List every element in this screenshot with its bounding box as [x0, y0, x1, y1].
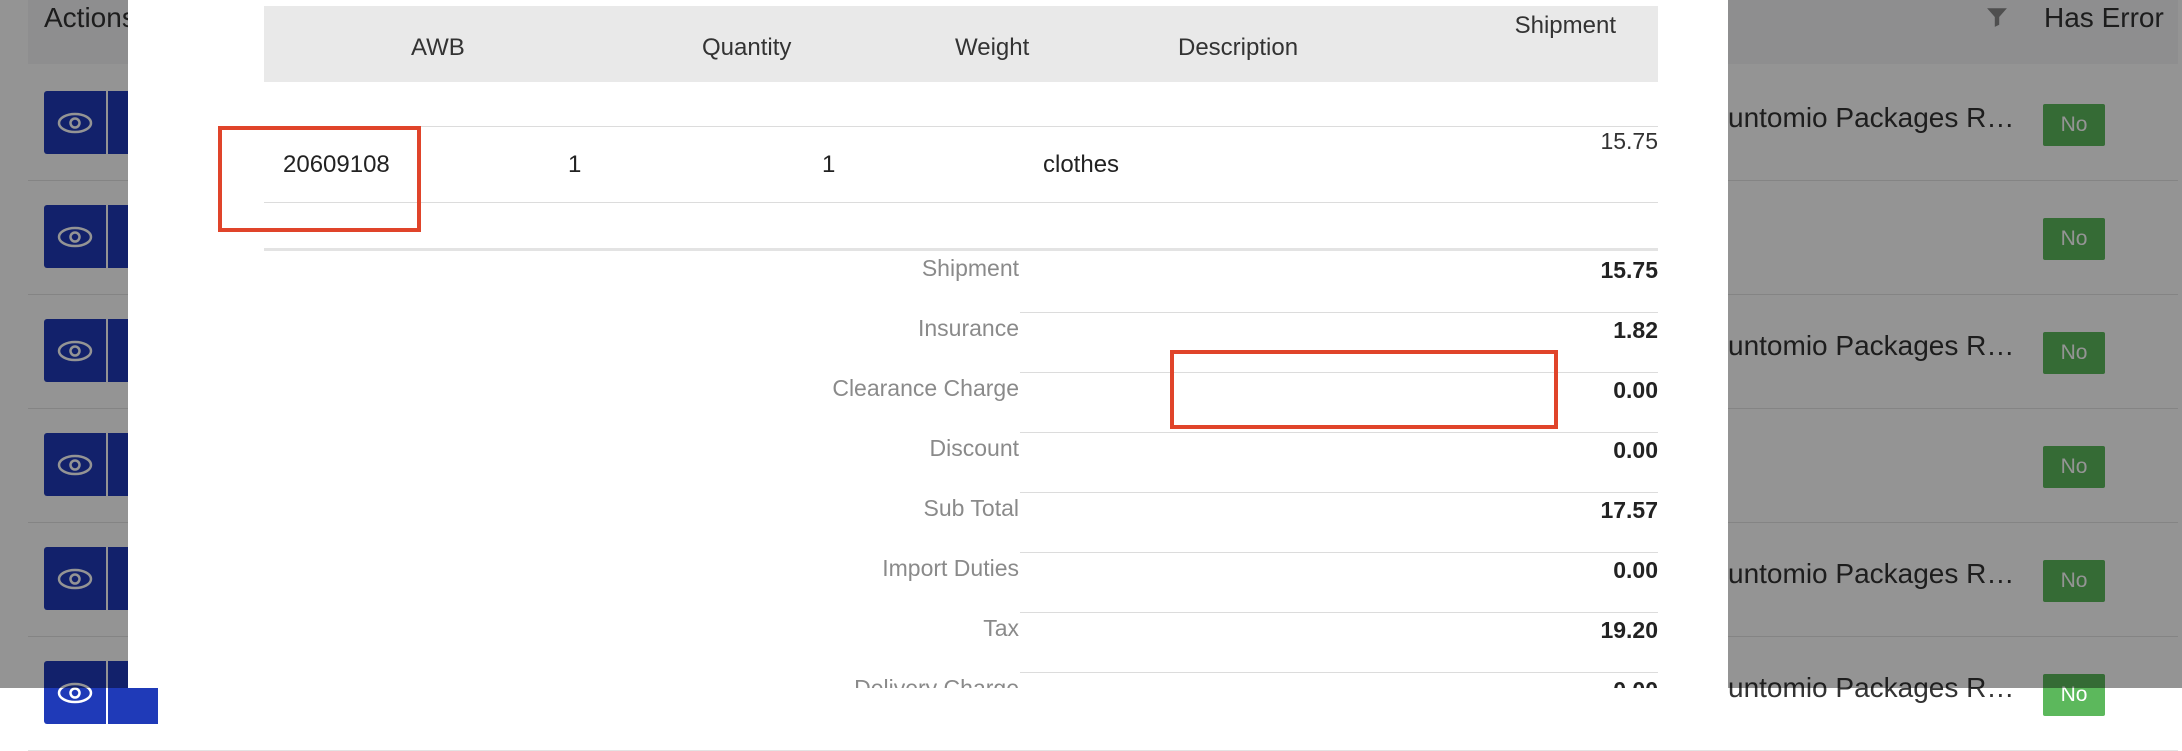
summary-divider — [1020, 312, 1658, 313]
column-header-quantity: Quantity — [702, 34, 792, 61]
column-header-shipment: Shipment — [1514, 12, 1616, 39]
summary-label-delivery-charge: Delivery Charge — [854, 675, 1019, 688]
summary-divider — [1020, 612, 1658, 613]
cell-description: clothes — [1043, 151, 1120, 178]
awb-highlight-box — [218, 126, 421, 232]
summary-label-insurance: Insurance — [917, 315, 1019, 341]
summary-value-sub-total: 17.57 — [1600, 497, 1658, 523]
summary-divider — [1020, 492, 1658, 493]
summary-label-clearance-charge: Clearance Charge — [832, 375, 1019, 401]
column-header-weight: Weight — [955, 34, 1030, 61]
summary-divider — [1020, 432, 1658, 433]
invoice-modal: AWB Quantity Weight Description Shipment… — [128, 0, 1728, 688]
summary-label-shipment: Shipment — [921, 255, 1019, 281]
summary-label-discount: Discount — [929, 435, 1019, 461]
summary-divider — [1020, 552, 1658, 553]
table-bottom-border — [264, 248, 1658, 251]
summary-value-import-duties: 0.00 — [1613, 557, 1658, 583]
column-header-awb: AWB — [411, 34, 465, 61]
clearance-charge-highlight-box — [1170, 350, 1558, 429]
summary-label-import-duties: Import Duties — [882, 555, 1019, 581]
row-divider — [264, 126, 1658, 127]
cell-quantity: 1 — [568, 151, 582, 178]
cell-weight: 1 — [822, 151, 836, 178]
summary-value-shipment: 15.75 — [1600, 257, 1658, 283]
summary-value-tax: 19.20 — [1600, 617, 1658, 643]
column-header-description: Description — [1178, 34, 1299, 61]
summary-value-delivery-charge: 0.00 — [1613, 677, 1658, 688]
summary-value-clearance-charge: 0.00 — [1613, 377, 1658, 403]
cell-shipment: 15.75 — [1600, 128, 1658, 154]
summary-label-sub-total: Sub Total — [923, 495, 1019, 521]
summary-value-insurance: 1.82 — [1613, 317, 1658, 343]
summary-divider — [1020, 672, 1658, 673]
summary-value-discount: 0.00 — [1613, 437, 1658, 463]
items-table-header: AWB Quantity Weight Description Shipment — [264, 6, 1658, 82]
summary-label-tax: Tax — [983, 615, 1019, 641]
row-divider — [264, 202, 1658, 203]
